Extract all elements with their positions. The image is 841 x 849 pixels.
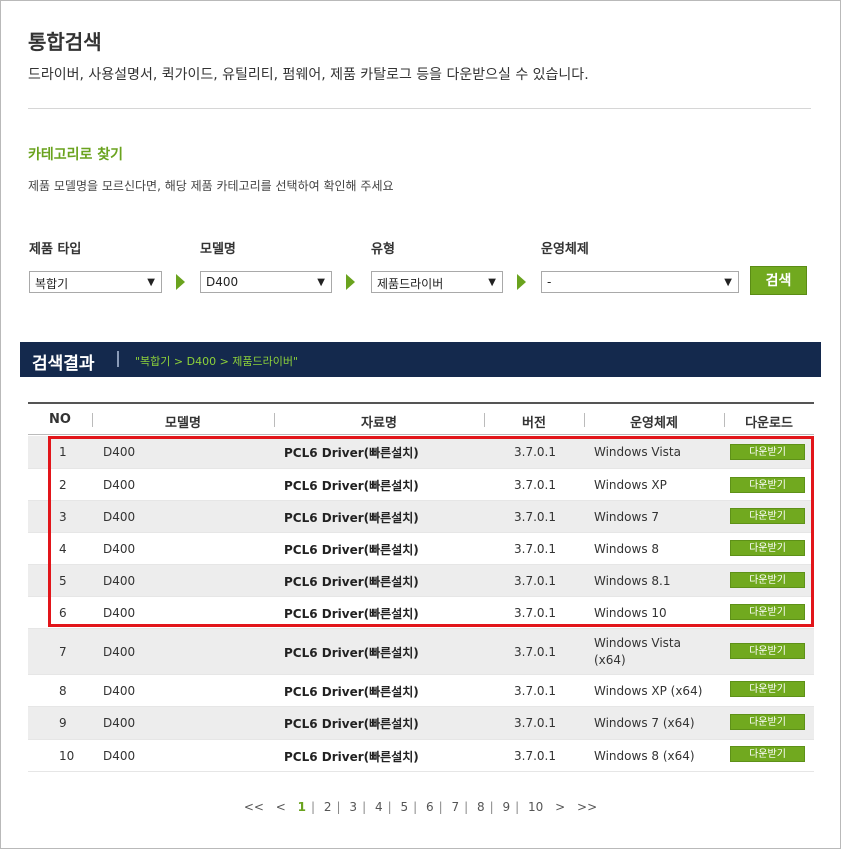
next-page-link[interactable]: > [555,800,565,814]
col-header-download: 다운로드 [745,416,793,431]
step-arrow-icon [346,274,355,290]
col-header-document: 자료명 [361,416,397,431]
page-link[interactable]: 7 [451,800,459,814]
row-version: 3.7.0.1 [514,749,556,763]
page-link[interactable]: 10 [528,800,543,814]
row-model: D400 [103,684,136,698]
page-separator: | [413,800,418,814]
category-title: 카테고리로 찾기 [28,147,124,163]
col-header-version: 버전 [522,416,546,431]
page-link[interactable]: 3 [349,800,357,814]
row-no: 7 [59,645,67,659]
col-header-os: 운영체제 [630,416,678,431]
page-link[interactable]: 6 [426,800,434,814]
page-separator: | [387,800,392,814]
row-os: Windows 8 (x64) [594,749,695,763]
results-separator [117,351,119,367]
page-separator: | [311,800,316,814]
row-version: 3.7.0.1 [514,684,556,698]
row-document: PCL6 Driver(빠른설치) [284,685,419,699]
row-document: PCL6 Driver(빠른설치) [284,646,419,660]
col-header-model: 모델명 [165,416,201,431]
first-page-link[interactable]: << [244,800,264,814]
page-separator: | [336,800,341,814]
highlight-box [48,436,814,627]
row-os: Windows XP (x64) [594,684,703,698]
table-row: 7 D400 PCL6 Driver(빠른설치) 3.7.0.1 Windows… [28,629,814,675]
page-link[interactable]: 8 [477,800,485,814]
table-row: 10 D400 PCL6 Driver(빠른설치) 3.7.0.1 Window… [28,740,814,772]
page-separator: | [464,800,469,814]
row-document: PCL6 Driver(빠른설치) [284,750,419,764]
row-version: 3.7.0.1 [514,716,556,730]
step-arrow-icon [176,274,185,290]
page-link[interactable]: 2 [324,800,332,814]
model-label: 모델명 [200,242,236,257]
row-model: D400 [103,749,136,763]
dropdown-arrow-icon: ▼ [147,277,155,288]
row-model: D400 [103,645,136,659]
product-type-value: 복합기 [35,277,69,291]
download-button[interactable]: 다운받기 [730,746,805,762]
page-title: 통합검색 [28,30,102,54]
os-label: 운영체제 [541,242,589,257]
type-select[interactable]: 제품드라이버 ▼ [371,271,503,293]
row-no: 10 [59,749,75,763]
page-link-current[interactable]: 1 [298,800,306,814]
step-arrow-icon [517,274,526,290]
results-breadcrumb: "복합기 > D400 > 제품드라이버" [135,355,299,368]
model-select[interactable]: D400 ▼ [200,271,332,293]
row-os: Windows 7 (x64) [594,716,695,730]
last-page-link[interactable]: >> [577,800,597,814]
page-separator: | [362,800,367,814]
search-button[interactable]: 검색 [750,266,807,295]
page-description: 드라이버, 사용설명서, 퀵가이드, 유틸리티, 펌웨어, 제품 카탈로그 등을… [28,67,589,83]
product-type-select[interactable]: 복합기 ▼ [29,271,162,293]
product-type-label: 제품 타입 [29,242,82,257]
os-select[interactable]: - ▼ [541,271,739,293]
dropdown-arrow-icon: ▼ [317,277,325,288]
row-model: D400 [103,716,136,730]
row-version: 3.7.0.1 [514,645,556,659]
type-label: 유형 [371,242,395,257]
dropdown-arrow-icon: ▼ [488,277,496,288]
row-no: 8 [59,684,67,698]
type-value: 제품드라이버 [377,277,444,291]
os-value: - [547,275,552,289]
page-separator: | [515,800,520,814]
col-header-no: NO [49,412,71,427]
pagination: << < 1 | 2 | 3 | 4 | 5 | 6 | 7 | 8 | 9 | 10 > >> [0,800,841,814]
row-document: PCL6 Driver(빠른설치) [284,717,419,731]
dropdown-arrow-icon: ▼ [724,277,732,288]
row-no: 9 [59,716,67,730]
download-button[interactable]: 다운받기 [730,681,805,697]
page-link[interactable]: 4 [375,800,383,814]
row-os-suffix: (x64) [594,653,626,667]
table-row: 9 D400 PCL6 Driver(빠른설치) 3.7.0.1 Windows… [28,707,814,740]
page-separator: | [489,800,494,814]
table-header: NO 모델명 자료명 버전 운영체제 다운로드 [28,402,814,435]
download-button[interactable]: 다운받기 [730,643,805,659]
model-value: D400 [206,275,239,289]
page-link[interactable]: 5 [400,800,408,814]
page-link[interactable]: 9 [503,800,511,814]
divider [28,108,811,109]
row-os: Windows Vista [594,636,681,650]
prev-page-link[interactable]: < [276,800,286,814]
download-button[interactable]: 다운받기 [730,714,805,730]
category-description: 제품 모델명을 모르신다면, 해당 제품 카테고리를 선택하여 확인해 주세요 [28,179,394,193]
results-title: 검색결과 [32,354,95,374]
page-separator: | [438,800,443,814]
table-row: 8 D400 PCL6 Driver(빠른설치) 3.7.0.1 Windows… [28,675,814,707]
results-header-bar: 검색결과 "복합기 > D400 > 제품드라이버" [20,342,821,377]
